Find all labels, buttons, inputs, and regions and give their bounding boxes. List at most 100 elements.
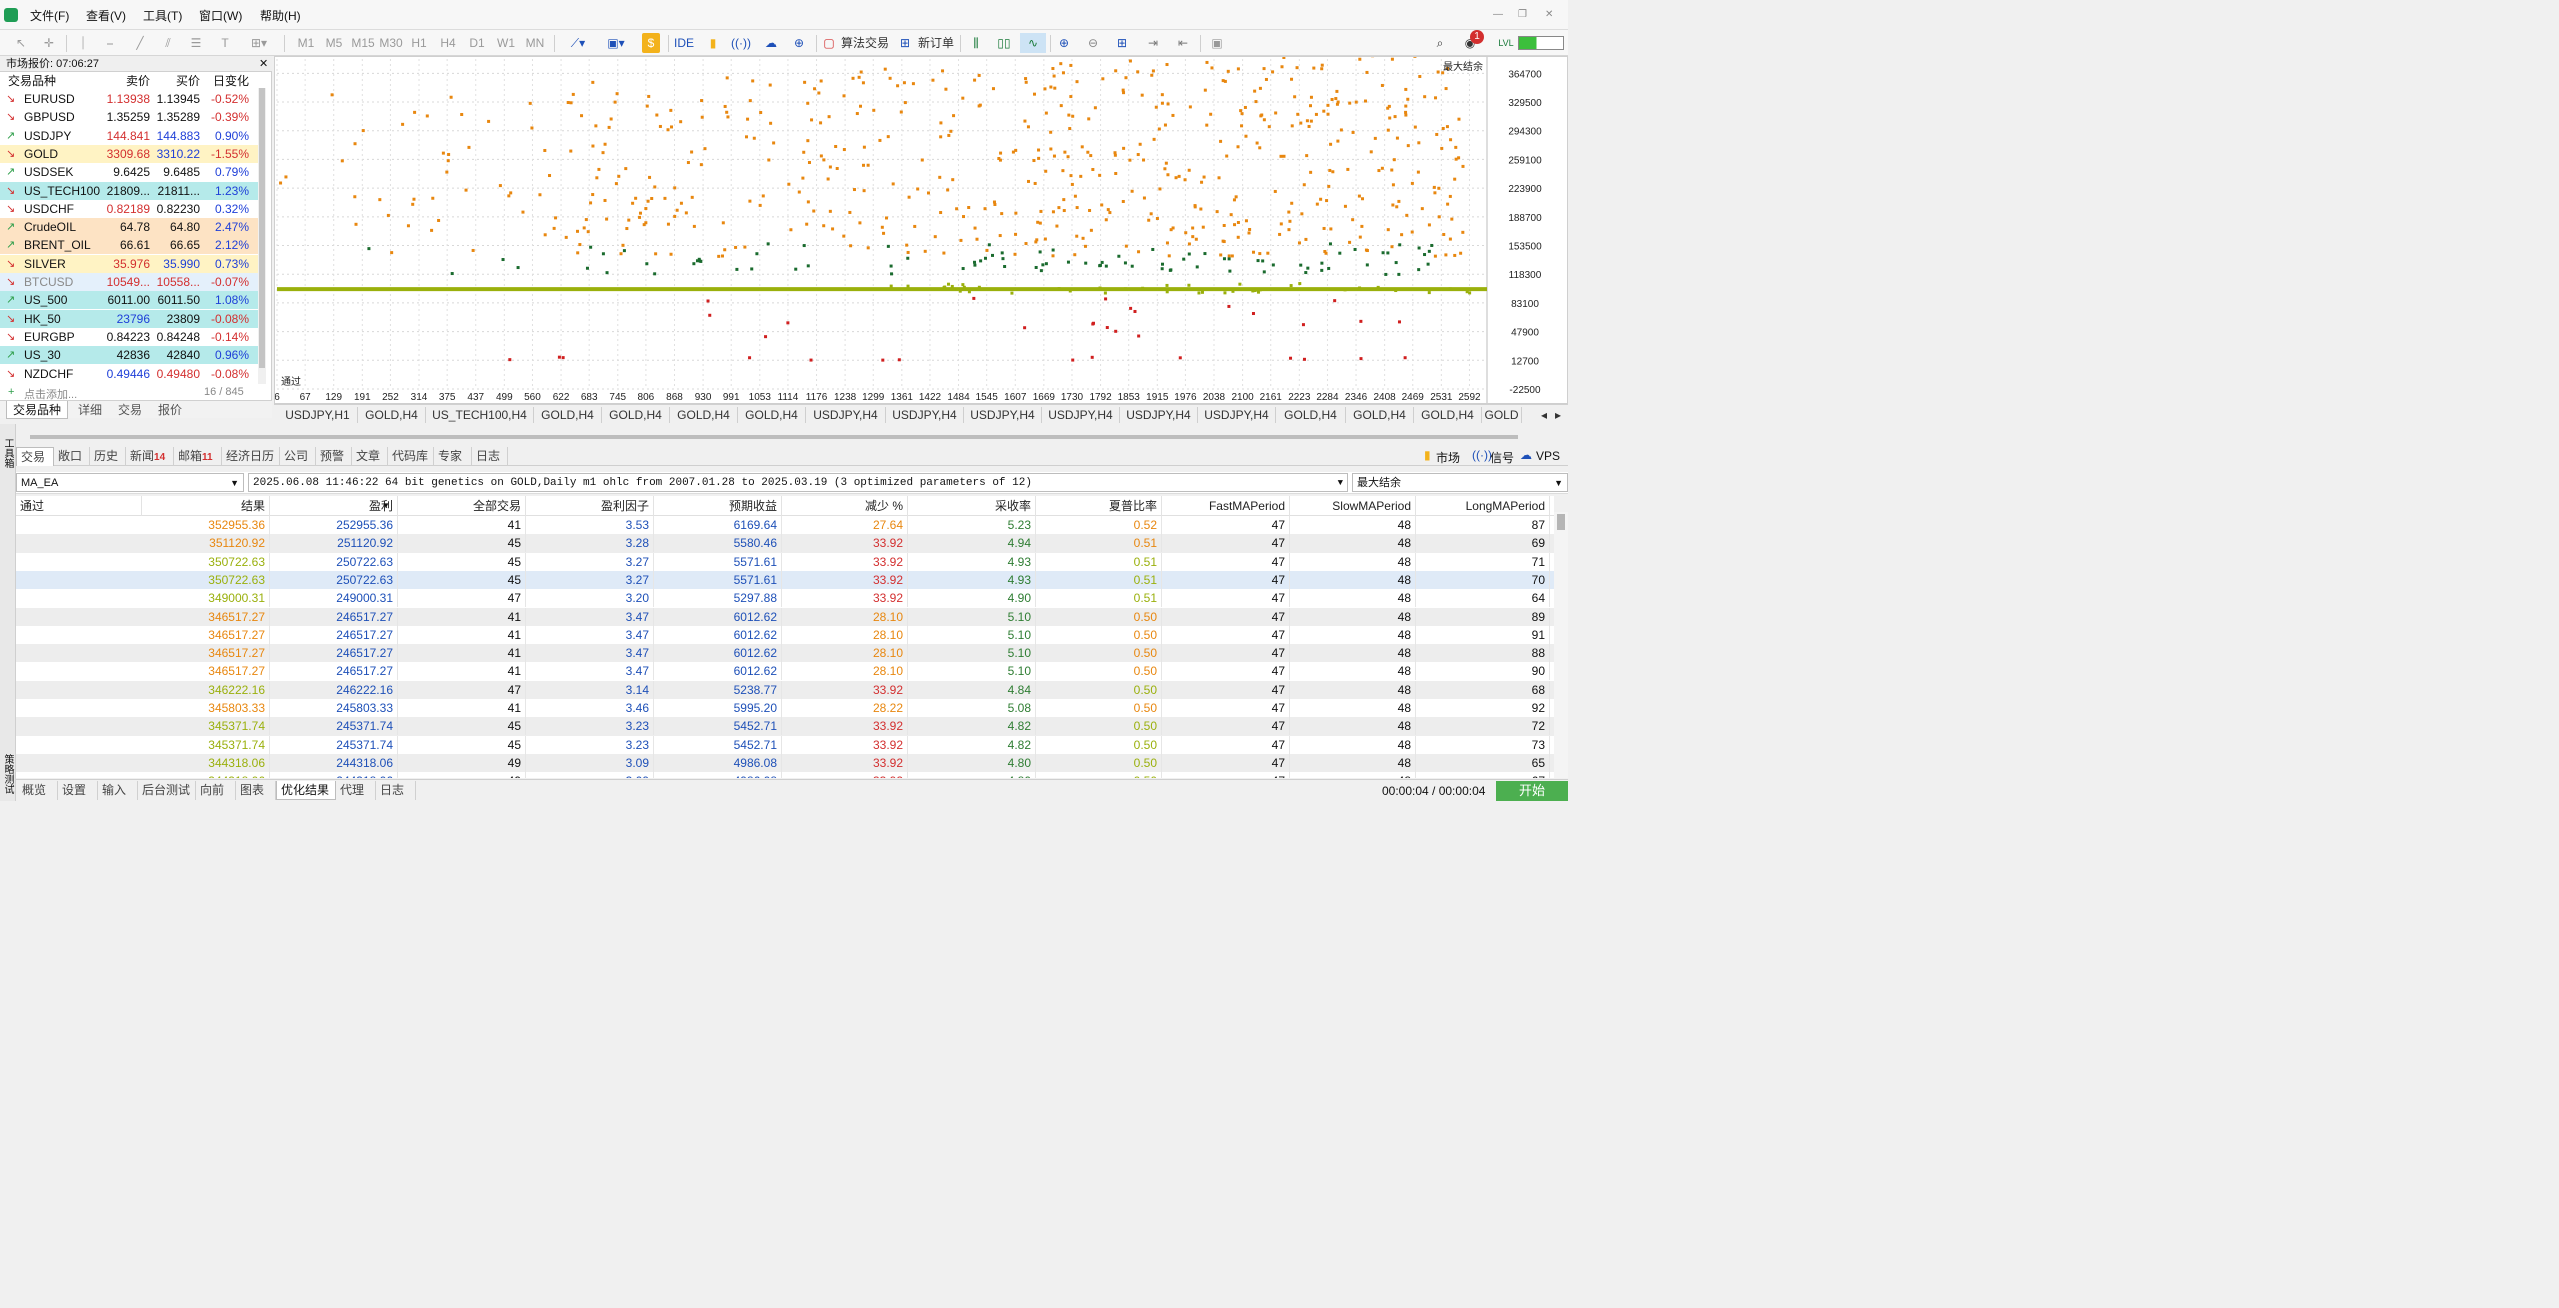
scatter-point[interactable] xyxy=(1202,175,1206,179)
scatter-point[interactable] xyxy=(1152,137,1156,141)
tester-tab[interactable]: 向前 xyxy=(196,781,236,800)
shift-icon[interactable]: ⇤ xyxy=(1172,33,1194,53)
line-chart-icon[interactable]: ∿ xyxy=(1020,33,1046,53)
table-scrollbar[interactable] xyxy=(1554,512,1568,778)
scatter-point[interactable] xyxy=(1055,224,1059,228)
scatter-point[interactable] xyxy=(1003,265,1007,269)
scatter-point[interactable] xyxy=(1044,169,1048,173)
scatter-point[interactable] xyxy=(1320,268,1324,272)
scatter-point[interactable] xyxy=(595,176,599,180)
scatter-point[interactable] xyxy=(849,244,853,248)
scatter-point[interactable] xyxy=(748,199,752,203)
scatter-point[interactable] xyxy=(1163,167,1167,171)
scatter-point[interactable] xyxy=(703,147,707,151)
scatter-point[interactable] xyxy=(1397,272,1401,276)
scatter-point[interactable] xyxy=(1203,252,1207,256)
scatter-point[interactable] xyxy=(1251,312,1255,316)
scatter-point[interactable] xyxy=(743,245,747,249)
table-row[interactable]: 346517.27 246517.27 41 3.47 6012.62 28.10 5.10… xyxy=(16,607,1554,626)
scatter-point[interactable] xyxy=(1417,141,1421,145)
scatter-point[interactable] xyxy=(1358,57,1362,61)
scatter-point[interactable] xyxy=(1322,109,1326,113)
scatter-point[interactable] xyxy=(1339,128,1343,132)
scatter-point[interactable] xyxy=(878,138,882,142)
market-row-silver[interactable]: ↘ SILVER 35.976 35.990 0.73% xyxy=(0,254,258,273)
scatter-point[interactable] xyxy=(1325,199,1329,203)
scatter-point[interactable] xyxy=(913,224,917,228)
scatter-point[interactable] xyxy=(1365,70,1369,74)
scatter-point[interactable] xyxy=(509,191,513,195)
scatter-point[interactable] xyxy=(725,76,729,80)
scatter-point[interactable] xyxy=(1262,118,1266,122)
scatter-point[interactable] xyxy=(1437,186,1441,190)
scatter-point[interactable] xyxy=(1380,166,1384,170)
scatter-point[interactable] xyxy=(1000,251,1004,255)
scatter-point[interactable] xyxy=(507,194,511,198)
tf-m5[interactable]: M5 xyxy=(322,33,346,53)
scatter-point[interactable] xyxy=(603,142,607,146)
scatter-point[interactable] xyxy=(1236,235,1240,239)
scatter-point[interactable] xyxy=(720,254,724,258)
scatter-point[interactable] xyxy=(1114,69,1118,73)
scatter-point[interactable] xyxy=(1104,218,1108,222)
scatter-point[interactable] xyxy=(1039,209,1043,213)
scatter-point[interactable] xyxy=(835,166,839,170)
scatter-point[interactable] xyxy=(566,101,570,105)
scatter-point[interactable] xyxy=(1165,241,1169,245)
scatter-point[interactable] xyxy=(571,92,575,96)
scatter-point[interactable] xyxy=(1075,206,1079,210)
scatter-point[interactable] xyxy=(1068,127,1072,131)
scatter-point[interactable] xyxy=(858,221,862,225)
scatter-point[interactable] xyxy=(1448,287,1452,291)
market-row-us_500[interactable]: ↗ US_500 6011.00 6011.50 1.08% xyxy=(0,291,258,310)
scatter-point[interactable] xyxy=(1410,181,1414,185)
scatter-point[interactable] xyxy=(1160,101,1164,105)
scatter-point[interactable] xyxy=(1193,204,1197,208)
scatter-point[interactable] xyxy=(413,110,417,114)
scatter-point[interactable] xyxy=(647,94,651,98)
scatter-point[interactable] xyxy=(977,285,981,289)
scatter-point[interactable] xyxy=(1351,130,1355,134)
scatter-point[interactable] xyxy=(673,186,677,190)
scatter-point[interactable] xyxy=(882,231,886,235)
scatter-point[interactable] xyxy=(772,141,776,145)
chart-tab[interactable]: GOLD,H4 xyxy=(602,407,670,423)
scatter-point[interactable] xyxy=(1448,237,1452,241)
scatter-point[interactable] xyxy=(1100,260,1104,264)
scatter-point[interactable] xyxy=(1236,145,1240,149)
scatter-point[interactable] xyxy=(1087,117,1091,121)
scatter-point[interactable] xyxy=(1373,136,1377,140)
scatter-point[interactable] xyxy=(411,202,415,206)
scatter-point[interactable] xyxy=(1158,187,1162,191)
scatter-point[interactable] xyxy=(279,181,283,185)
scatter-point[interactable] xyxy=(801,176,805,180)
scatter-point[interactable] xyxy=(822,224,826,228)
scatter-point[interactable] xyxy=(1067,113,1071,117)
scatter-point[interactable] xyxy=(1168,268,1172,272)
scatter-point[interactable] xyxy=(1034,265,1038,269)
scatter-point[interactable] xyxy=(1298,282,1302,286)
scatter-point[interactable] xyxy=(1121,88,1125,92)
scatter-point[interactable] xyxy=(1080,145,1084,149)
scatter-point[interactable] xyxy=(543,233,547,237)
scatter-point[interactable] xyxy=(1229,213,1233,217)
scatter-point[interactable] xyxy=(819,154,823,158)
candles-icon[interactable]: ▯▯ xyxy=(994,33,1014,53)
scatter-point[interactable] xyxy=(726,115,730,119)
scatter-point[interactable] xyxy=(888,76,892,80)
table-row[interactable]: 344318.06244318.06493.094986.0833.924.80… xyxy=(16,772,1554,778)
scatter-point[interactable] xyxy=(561,356,565,360)
scatter-point[interactable] xyxy=(1150,73,1154,77)
scatter-point[interactable] xyxy=(613,100,617,104)
scatter-point[interactable] xyxy=(1390,245,1394,249)
scatter-point[interactable] xyxy=(1335,102,1339,106)
cloud-icon[interactable]: ☁ xyxy=(760,33,782,53)
scatter-point[interactable] xyxy=(1255,141,1259,145)
scatter-point[interactable] xyxy=(1259,114,1263,118)
scatter-point[interactable] xyxy=(831,227,835,231)
scatter-point[interactable] xyxy=(1262,67,1266,71)
scatter-point[interactable] xyxy=(1051,67,1055,71)
scatter-point[interactable] xyxy=(1320,67,1324,71)
scatter-point[interactable] xyxy=(585,266,589,270)
scatter-point[interactable] xyxy=(516,266,520,270)
